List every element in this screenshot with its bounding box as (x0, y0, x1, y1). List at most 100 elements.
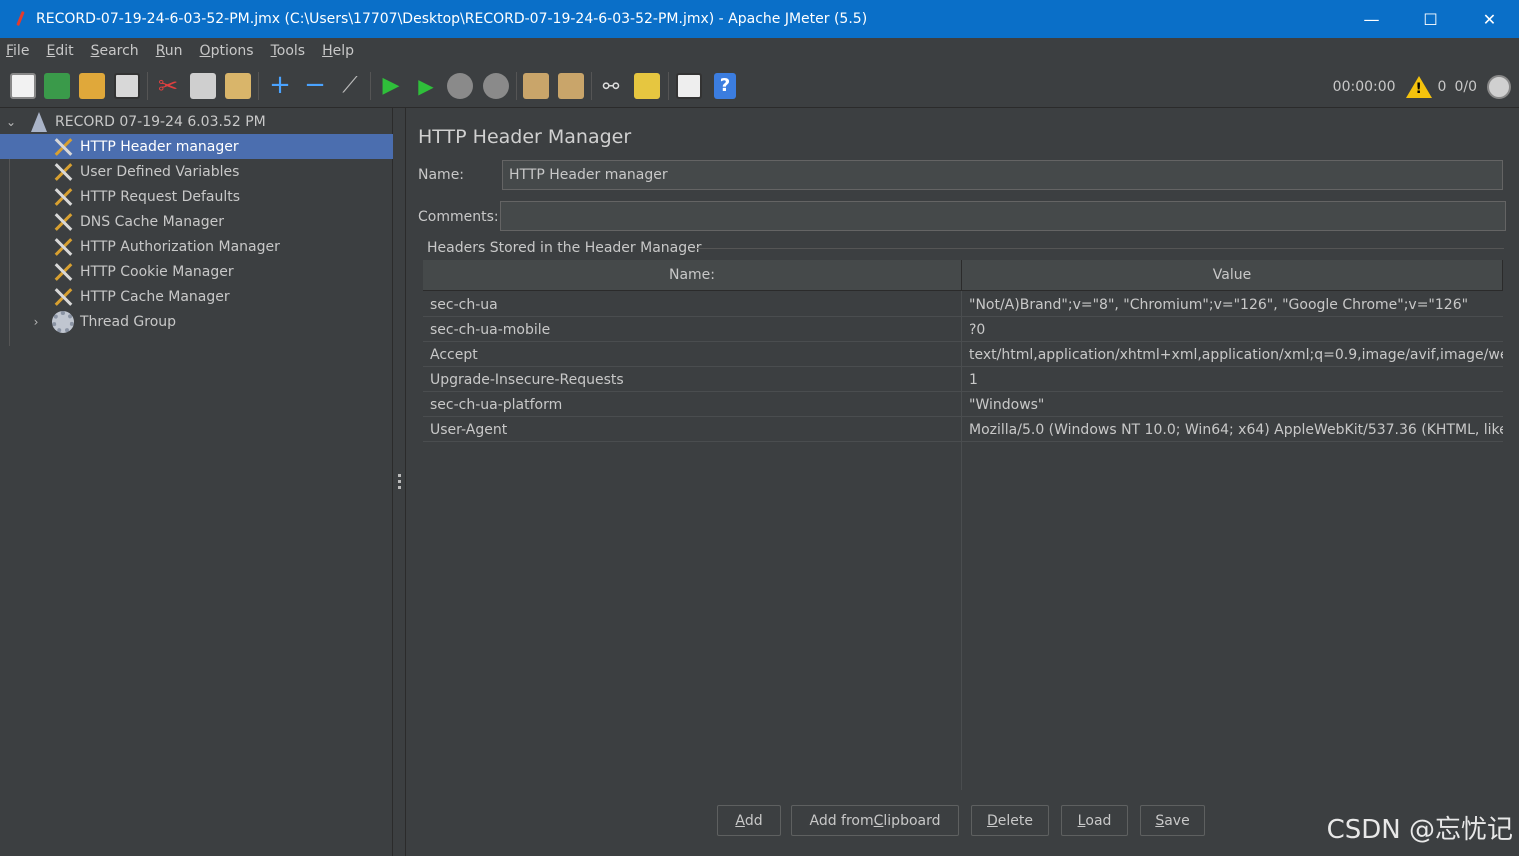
minimize-button[interactable]: — (1342, 0, 1401, 38)
tree-item-user-defined-variables[interactable]: User Defined Variables (0, 159, 393, 184)
start-icon[interactable]: ▶ (378, 73, 404, 99)
config-element-icon (52, 261, 74, 283)
tree-item-http-header-manager[interactable]: HTTP Header manager (0, 134, 393, 159)
toolbar: ✂ + − ⟋ ▶ ▶ ⚯ ? 00:00:00 0 0/0 (0, 64, 1519, 108)
clear-all-icon[interactable] (558, 73, 584, 99)
header-name-cell[interactable]: User-Agent (423, 417, 961, 442)
tree-item-label: HTTP Cookie Manager (80, 263, 234, 280)
page-title: HTTP Header Manager (418, 126, 632, 148)
menu-tools[interactable]: Tools (271, 43, 306, 59)
save-icon[interactable] (114, 73, 140, 99)
column-header-value[interactable]: Value (962, 260, 1503, 291)
comments-field[interactable] (500, 201, 1506, 231)
header-value-cell[interactable]: ?0 (962, 317, 1503, 342)
tree-item-http-request-defaults[interactable]: HTTP Request Defaults (0, 184, 393, 209)
menu-file[interactable]: File (6, 43, 29, 59)
table-row[interactable]: User-Agent Mozilla/5.0 (Windows NT 10.0;… (423, 417, 1503, 442)
menu-help[interactable]: Help (322, 43, 354, 59)
header-value-cell[interactable]: 1 (962, 367, 1503, 392)
chevron-right-icon[interactable]: › (28, 315, 44, 329)
table-row[interactable]: sec-ch-ua-platform "Windows" (423, 392, 1503, 417)
header-name-cell[interactable]: sec-ch-ua-platform (423, 392, 961, 417)
new-icon[interactable] (10, 73, 36, 99)
add-from-clipboard-button[interactable]: Add from Clipboard (791, 805, 959, 836)
paste-icon[interactable] (225, 73, 251, 99)
table-row[interactable]: sec-ch-ua "Not/A)Brand";v="8", "Chromium… (423, 292, 1503, 317)
stop-icon[interactable] (447, 73, 473, 99)
headers-table: Name: Value sec-ch-ua "Not/A)Brand";v="8… (423, 260, 1503, 790)
tree-item-label: HTTP Authorization Manager (80, 238, 280, 255)
load-button[interactable]: Load (1061, 805, 1128, 836)
maximize-button[interactable]: ☐ (1401, 0, 1460, 38)
save-button[interactable]: Save (1140, 805, 1205, 836)
search-binoculars-icon[interactable]: ⚯ (598, 73, 624, 99)
header-value-cell[interactable]: Mozilla/5.0 (Windows NT 10.0; Win64; x64… (962, 417, 1503, 442)
tree-root-label: RECORD 07-19-24 6.03.52 PM (55, 113, 266, 130)
tree-item-thread-group[interactable]: › Thread Group (0, 309, 393, 334)
start-no-pauses-icon[interactable]: ▶ (413, 73, 439, 99)
column-header-name[interactable]: Name: (423, 260, 962, 291)
open-icon[interactable] (79, 73, 105, 99)
test-plan-icon (31, 111, 47, 132)
table-row[interactable]: sec-ch-ua-mobile ?0 (423, 317, 1503, 342)
header-name-cell[interactable]: Upgrade-Insecure-Requests (423, 367, 961, 392)
header-value-cell[interactable]: "Windows" (962, 392, 1503, 417)
menu-search[interactable]: Search (91, 43, 139, 59)
shutdown-icon[interactable] (483, 73, 509, 99)
config-element-icon (52, 211, 74, 233)
header-name-cell[interactable]: sec-ch-ua-mobile (423, 317, 961, 342)
tree-item-label: DNS Cache Manager (80, 213, 224, 230)
header-name-cell[interactable]: Accept (423, 342, 961, 367)
tree-item-http-cookie-manager[interactable]: HTTP Cookie Manager (0, 259, 393, 284)
tree-item-http-cache-manager[interactable]: HTTP Cache Manager (0, 284, 393, 309)
elapsed-timer: 00:00:00 (1332, 79, 1396, 95)
menu-edit[interactable]: Edit (46, 43, 73, 59)
tree-item-label: User Defined Variables (80, 163, 240, 180)
warning-count: 0 (1437, 79, 1447, 95)
tree-item-label: Thread Group (80, 313, 177, 330)
chevron-down-icon[interactable]: ⌄ (3, 115, 19, 129)
menu-bar: File Edit Search Run Options Tools Help (0, 38, 1519, 64)
active-threads: 0/0 (1454, 79, 1477, 95)
test-plan-tree: ⌄ RECORD 07-19-24 6.03.52 PM HTTP Header… (0, 108, 393, 856)
header-name-cell[interactable]: sec-ch-ua (423, 292, 961, 317)
delete-button[interactable]: Delete (971, 805, 1049, 836)
table-row[interactable]: Upgrade-Insecure-Requests 1 (423, 367, 1503, 392)
headers-group-title: Headers Stored in the Header Manager (427, 240, 702, 256)
element-editor-panel: HTTP Header Manager Name: Comments: Head… (407, 108, 1519, 856)
config-element-icon (52, 236, 74, 258)
collapse-icon[interactable]: − (302, 72, 328, 99)
clear-icon[interactable] (523, 73, 549, 99)
table-row[interactable]: Accept text/html,application/xhtml+xml,a… (423, 342, 1503, 367)
menu-options[interactable]: Options (200, 43, 254, 59)
toggle-icon[interactable]: ⟋ (337, 73, 363, 99)
function-helper-icon[interactable] (676, 73, 702, 99)
title-bar: RECORD-07-19-24-6-03-52-PM.jmx (C:\Users… (0, 0, 1519, 38)
tree-item-http-authorization-manager[interactable]: HTTP Authorization Manager (0, 234, 393, 259)
window-title: RECORD-07-19-24-6-03-52-PM.jmx (C:\Users… (36, 11, 868, 27)
warning-icon[interactable] (1405, 76, 1432, 98)
tree-item-dns-cache-manager[interactable]: DNS Cache Manager (0, 209, 393, 234)
panel-splitter[interactable] (394, 108, 406, 856)
thread-group-gear-icon (52, 310, 74, 333)
splitter-handle-icon[interactable] (398, 474, 401, 492)
menu-run[interactable]: Run (156, 43, 183, 59)
tree-item-label: HTTP Header manager (80, 138, 239, 155)
config-element-icon (52, 136, 74, 158)
name-field[interactable] (502, 160, 1503, 190)
config-element-icon (52, 186, 74, 208)
expand-icon[interactable]: + (267, 72, 293, 99)
header-value-cell[interactable]: "Not/A)Brand";v="8", "Chromium";v="126",… (962, 292, 1503, 317)
close-button[interactable]: ✕ (1460, 0, 1519, 38)
config-element-icon (52, 286, 74, 308)
add-button[interactable]: Add (717, 805, 781, 836)
reset-search-icon[interactable] (634, 73, 660, 99)
templates-icon[interactable] (44, 73, 70, 99)
tree-root-test-plan[interactable]: ⌄ RECORD 07-19-24 6.03.52 PM (0, 109, 393, 134)
name-label: Name: (418, 167, 465, 183)
header-value-cell[interactable]: text/html,application/xhtml+xml,applicat… (962, 342, 1503, 367)
cut-icon[interactable]: ✂ (155, 73, 181, 99)
tree-item-label: HTTP Cache Manager (80, 288, 230, 305)
copy-icon[interactable] (190, 73, 216, 99)
help-icon[interactable]: ? (714, 73, 736, 99)
